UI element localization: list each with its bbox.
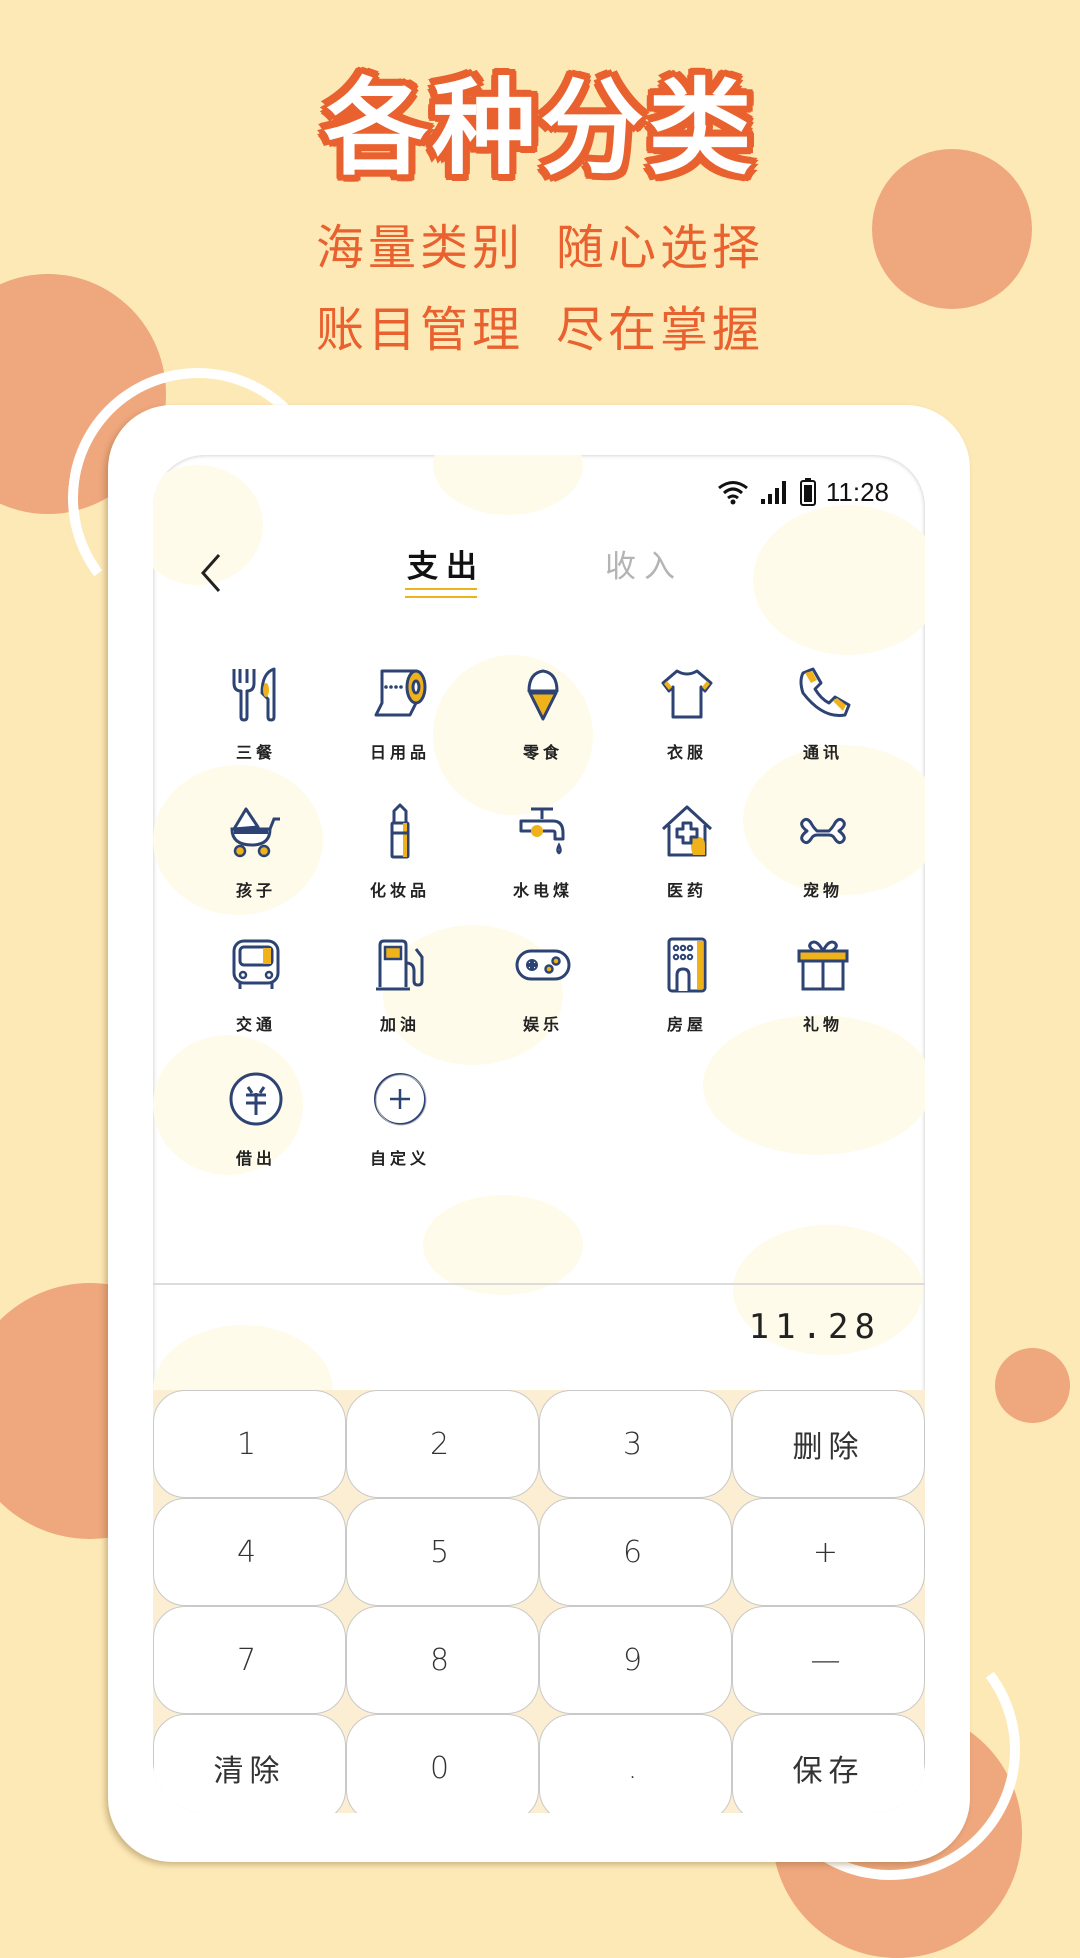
clear-button[interactable]: 清除 xyxy=(153,1714,346,1813)
category-label: 化妆品 xyxy=(369,881,430,900)
key-4[interactable]: 4 xyxy=(153,1498,346,1606)
keypad: 1 2 3 删除 4 5 6 + 7 8 9 — 清除 0 . 保存 xyxy=(153,1390,925,1813)
phone-icon xyxy=(799,667,851,718)
category-fuel[interactable]: 加油 xyxy=(340,935,460,1045)
gamepad-icon xyxy=(515,949,571,981)
category-label: 交通 xyxy=(235,1015,276,1034)
category-label: 零食 xyxy=(522,743,563,762)
promo-headline: 各种分类 xyxy=(323,67,756,189)
toilet-paper-icon xyxy=(374,669,427,717)
delete-button[interactable]: 删除 xyxy=(732,1390,925,1498)
category-label: 房屋 xyxy=(666,1015,707,1034)
category-kids[interactable]: 孩子 xyxy=(196,801,316,911)
category-gifts[interactable]: 礼物 xyxy=(763,935,883,1045)
key-2[interactable]: 2 xyxy=(346,1390,539,1498)
yuan-coin-icon xyxy=(229,1072,283,1126)
building-icon xyxy=(667,937,707,993)
key-7[interactable]: 7 xyxy=(153,1606,346,1714)
category-meals[interactable]: 三餐 xyxy=(196,663,316,773)
category-label: 衣服 xyxy=(666,743,707,762)
medical-house-icon xyxy=(661,805,713,857)
category-label: 水电煤 xyxy=(512,881,573,900)
key-3[interactable]: 3 xyxy=(539,1390,732,1498)
key-5[interactable]: 5 xyxy=(346,1498,539,1606)
promo-subline-2b: 尽在掌握 xyxy=(556,302,765,358)
key-9[interactable]: 9 xyxy=(539,1606,732,1714)
key-1[interactable]: 1 xyxy=(153,1390,346,1498)
tshirt-icon xyxy=(661,669,713,719)
key-0[interactable]: 0 xyxy=(346,1714,539,1813)
bus-icon xyxy=(232,939,280,989)
bone-icon xyxy=(800,817,846,845)
promo-subline-1: 海量类别 随心选择 xyxy=(0,218,1080,278)
promo-subline-2: 账目管理 尽在掌握 xyxy=(0,300,1080,360)
amount-divider xyxy=(153,1283,925,1285)
key-6[interactable]: 6 xyxy=(539,1498,732,1606)
category-label: 礼物 xyxy=(802,1015,843,1034)
category-daily-goods[interactable]: 日用品 xyxy=(340,663,460,773)
category-label: 加油 xyxy=(379,1015,420,1034)
save-button[interactable]: 保存 xyxy=(732,1714,925,1813)
category-medicine[interactable]: 医药 xyxy=(627,801,747,911)
category-label: 三餐 xyxy=(235,743,276,762)
category-utilities[interactable]: 水电煤 xyxy=(483,801,603,911)
key-decimal[interactable]: . xyxy=(539,1714,732,1813)
plus-circle-icon xyxy=(374,1073,427,1126)
ice-cream-icon xyxy=(527,669,559,721)
category-label: 娱乐 xyxy=(522,1015,563,1034)
key-8[interactable]: 8 xyxy=(346,1606,539,1714)
category-transport[interactable]: 交通 xyxy=(196,935,316,1045)
promo-subline-1a: 海量类别 xyxy=(315,220,524,276)
category-clothes[interactable]: 衣服 xyxy=(627,663,747,773)
category-label: 借出 xyxy=(235,1149,276,1168)
category-custom[interactable]: 自定义 xyxy=(340,1069,460,1179)
faucet-icon xyxy=(519,807,565,855)
category-cosmetics[interactable]: 化妆品 xyxy=(340,801,460,911)
app-screen: 11:28 支出 收入 三餐 日用品 零食 衣服 通讯 孩子 化妆品 水电煤 医… xyxy=(153,455,925,1813)
promo-subline-1b: 随心选择 xyxy=(556,220,765,276)
category-label: 通讯 xyxy=(802,743,843,762)
category-label: 自定义 xyxy=(369,1149,430,1168)
category-grid: 三餐 日用品 零食 衣服 通讯 孩子 化妆品 水电煤 医药 宠物 交通 加油 娱… xyxy=(153,455,925,1255)
amount-display: 11.28 xyxy=(748,1307,881,1347)
category-label: 宠物 xyxy=(802,881,843,900)
gift-icon xyxy=(797,940,849,991)
category-label: 医药 xyxy=(666,881,707,900)
category-label: 孩子 xyxy=(235,881,276,900)
lipstick-icon xyxy=(390,803,410,859)
fuel-pump-icon xyxy=(376,939,424,991)
promo-subline-2a: 账目管理 xyxy=(315,302,524,358)
stroller-icon xyxy=(230,807,280,858)
category-snacks[interactable]: 零食 xyxy=(483,663,603,773)
category-housing[interactable]: 房屋 xyxy=(627,935,747,1045)
category-label: 日用品 xyxy=(369,743,430,762)
plus-button[interactable]: + xyxy=(732,1498,925,1606)
fork-knife-icon xyxy=(232,667,276,722)
minus-button[interactable]: — xyxy=(732,1606,925,1714)
category-pets[interactable]: 宠物 xyxy=(763,801,883,911)
category-entertainment[interactable]: 娱乐 xyxy=(483,935,603,1045)
category-lend[interactable]: 借出 xyxy=(196,1069,316,1179)
category-telecom[interactable]: 通讯 xyxy=(763,663,883,773)
deco-circle-mid-right xyxy=(995,1348,1070,1423)
